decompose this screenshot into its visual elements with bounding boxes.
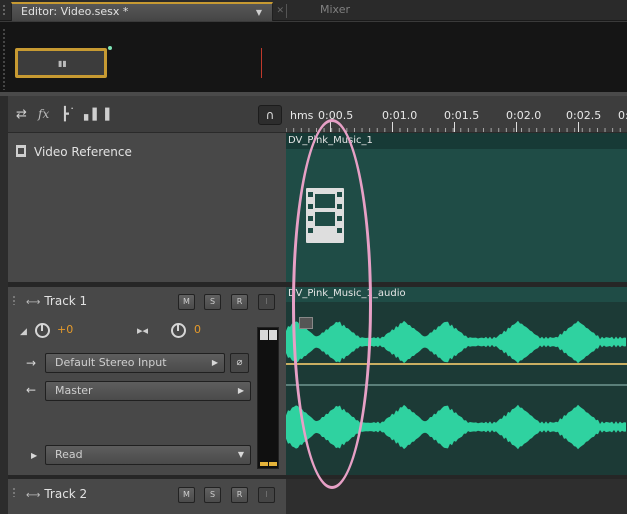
video-track-name: Video Reference: [34, 145, 132, 159]
volume-icon: ◢: [20, 327, 27, 337]
session-overview[interactable]: ▮▮: [0, 22, 627, 94]
volume-value[interactable]: +0: [57, 323, 73, 336]
ruler-label: 0:02.0: [506, 109, 542, 122]
solo-button[interactable]: S: [204, 294, 221, 310]
input-monitor-button[interactable]: I: [258, 294, 275, 310]
play-icon: ▮▮: [58, 59, 67, 68]
input-select-value: Default Stereo Input: [55, 356, 167, 369]
panel-tab-bar: Editor: Video.sesx * ▼ ✕ Mixer: [0, 0, 627, 21]
track2-name[interactable]: Track 2: [44, 487, 87, 501]
automation-mode-value: Read: [55, 448, 83, 461]
meter-clip-right: [269, 330, 277, 340]
meter-clip-left: [260, 330, 268, 340]
meter-level-left: [260, 462, 268, 466]
input-monitor-button[interactable]: I: [258, 487, 275, 503]
ruler-major-tick: [516, 122, 517, 132]
tab-mixer-label: Mixer: [320, 3, 351, 16]
automation-mode-select[interactable]: Read ▼: [45, 445, 251, 465]
mute-button[interactable]: M: [178, 294, 195, 310]
overview-zoom-range[interactable]: ▮▮: [15, 48, 107, 78]
panel-grip[interactable]: [2, 4, 6, 16]
track-level-meter: [257, 327, 279, 469]
ruler-label: 0:01.0: [382, 109, 418, 122]
headphones-icon[interactable]: ∩: [258, 105, 282, 125]
ruler-label: 0:02.5: [566, 109, 602, 122]
pan-value[interactable]: 0: [194, 323, 201, 336]
ruler-label: 0:: [618, 109, 627, 122]
track-header-toolbar: ⇄ fx ┣˙ ▖▌▐ ∩: [8, 96, 286, 132]
track2-name-row[interactable]: ⟷ Track 2: [26, 487, 87, 501]
input-arrow-icon: →: [26, 356, 37, 370]
output-select-value: Master: [55, 384, 93, 397]
track-grip[interactable]: [12, 295, 16, 305]
overview-playhead[interactable]: [261, 48, 262, 78]
ruler-label: 0:01.5: [444, 109, 480, 122]
meter-level-right: [269, 462, 277, 466]
send-icon[interactable]: ┣˙: [61, 108, 75, 121]
volume-knob[interactable]: [35, 323, 50, 338]
tab-editor-label: Editor: Video.sesx *: [21, 5, 129, 18]
caret-right-icon: ▶: [237, 386, 244, 395]
move-arrows-icon: ⟷: [26, 490, 40, 501]
tab-divider: [286, 4, 287, 18]
record-button[interactable]: R: [231, 294, 248, 310]
overview-marker: [108, 46, 112, 50]
film-strip-icon: [16, 145, 26, 157]
pan-icon: ▸◂: [137, 324, 149, 337]
track-grip[interactable]: [12, 487, 16, 497]
track1-name[interactable]: Track 1: [44, 294, 87, 308]
left-grip-rail: [0, 96, 8, 514]
eq-icon[interactable]: ▖▌▐: [84, 108, 109, 121]
track1-header[interactable]: ⟷ Track 1 M S R I ◢ +0 ▸◂ 0 → Default Ste…: [8, 287, 286, 475]
ruler-unit[interactable]: hms: [290, 109, 313, 122]
ruler-major-tick: [454, 122, 455, 132]
tab-editor[interactable]: Editor: Video.sesx * ▼ ✕: [11, 2, 284, 21]
swap-arrows-icon[interactable]: ⇄: [16, 108, 27, 121]
mute-button[interactable]: M: [178, 487, 195, 503]
pan-knob[interactable]: [171, 323, 186, 338]
fx-icon[interactable]: fx: [38, 108, 49, 121]
track2-header[interactable]: ⟷ Track 2 M S R I: [8, 475, 286, 514]
input-select[interactable]: Default Stereo Input ▶: [45, 353, 225, 373]
chevron-down-icon: ▼: [237, 450, 244, 459]
video-track-header[interactable]: Video Reference: [8, 132, 286, 282]
phase-invert-button[interactable]: ⌀: [230, 353, 249, 373]
ruler-major-tick: [392, 122, 393, 132]
caret-right-icon: ▶: [211, 358, 218, 367]
move-arrows-icon: ⟷: [26, 297, 40, 308]
highlight-ellipse: [292, 119, 372, 489]
tab-mixer[interactable]: Mixer: [296, 2, 396, 21]
output-select[interactable]: Master ▶: [45, 381, 251, 401]
close-icon[interactable]: ✕: [276, 6, 284, 16]
output-arrow-icon: ←: [26, 383, 37, 397]
record-button[interactable]: R: [231, 487, 248, 503]
chevron-down-icon[interactable]: ▼: [256, 8, 262, 17]
ruler-major-tick: [578, 122, 579, 132]
track1-name-row[interactable]: ⟷ Track 1: [26, 294, 87, 308]
overview-grip[interactable]: [2, 28, 6, 90]
solo-button[interactable]: S: [204, 487, 221, 503]
expand-arrow-icon[interactable]: ▶: [31, 451, 37, 460]
